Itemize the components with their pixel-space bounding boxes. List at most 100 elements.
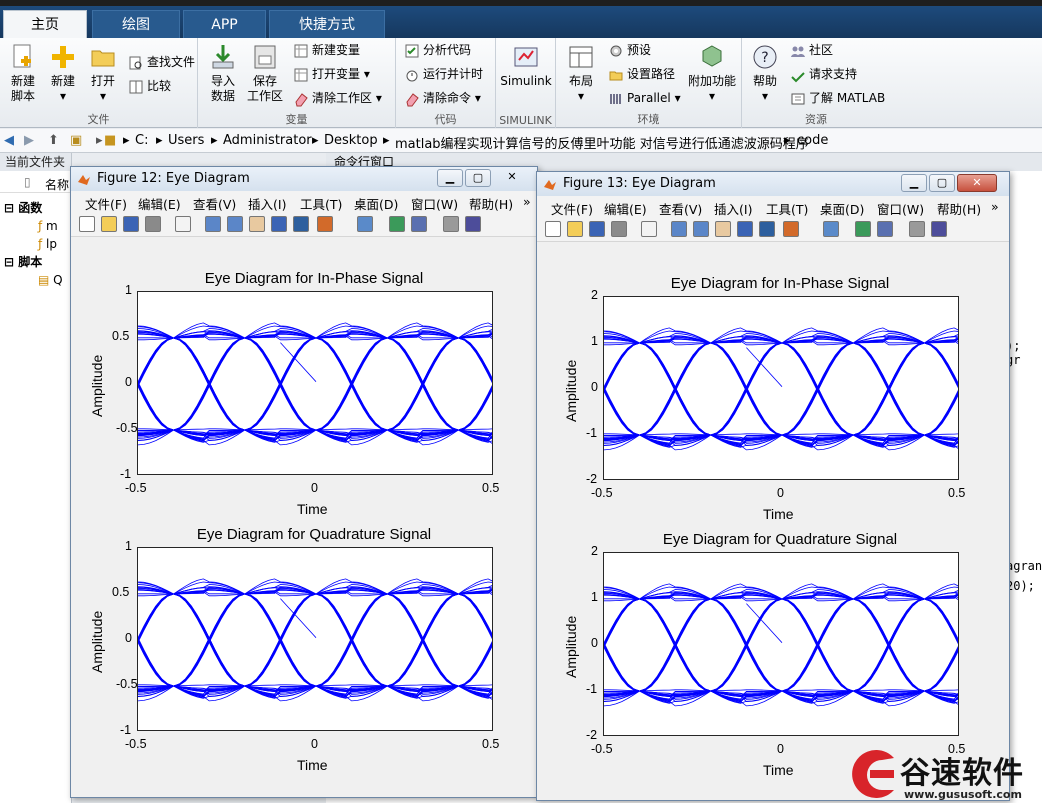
- link-plot-icon[interactable]: [357, 216, 373, 232]
- learn-matlab-button[interactable]: 了解 MATLAB: [790, 88, 885, 108]
- menu-insert[interactable]: 插入(I): [248, 194, 286, 213]
- menu-tools[interactable]: 工具(T): [300, 194, 342, 213]
- rotate-3d-icon[interactable]: [271, 216, 287, 232]
- menu-view[interactable]: 查看(V): [193, 194, 236, 213]
- menu-file[interactable]: 文件(F): [551, 199, 593, 218]
- pointer-icon[interactable]: [641, 221, 657, 237]
- colorbar-icon[interactable]: [855, 221, 871, 237]
- analyze-code-button[interactable]: 分析代码: [404, 40, 471, 60]
- tab-shortcuts[interactable]: 快捷方式: [269, 10, 385, 38]
- up-folder-icon[interactable]: ⬆: [48, 133, 59, 148]
- zoom-in-icon[interactable]: [671, 221, 687, 237]
- menu-file[interactable]: 文件(F): [85, 194, 127, 213]
- back-arrow-icon[interactable]: ◀: [4, 133, 14, 148]
- list-item[interactable]: ▤ Q: [38, 273, 63, 287]
- hide-plot-tools-icon[interactable]: [909, 221, 925, 237]
- save-workspace-button[interactable]: 保存 工作区: [242, 42, 288, 104]
- menu-edit[interactable]: 编辑(E): [604, 199, 647, 218]
- new-variable-button[interactable]: 新建变量: [293, 40, 360, 60]
- find-files-button[interactable]: 查找文件: [128, 52, 195, 72]
- figure-13-titlebar[interactable]: Figure 13: Eye Diagram ▁ ▢ ✕: [537, 172, 1009, 196]
- rotate-3d-icon[interactable]: [737, 221, 753, 237]
- close-button[interactable]: ✕: [957, 174, 997, 192]
- menu-view[interactable]: 查看(V): [659, 199, 702, 218]
- axes-bottom[interactable]: [137, 547, 493, 731]
- menu-edit[interactable]: 编辑(E): [138, 194, 181, 213]
- help-button[interactable]: ? 帮助 ▾: [742, 42, 788, 104]
- figure-12-titlebar[interactable]: Figure 12: Eye Diagram ▁ ▢ ✕: [71, 167, 537, 191]
- run-and-time-button[interactable]: 运行并计时: [404, 64, 483, 84]
- new-figure-icon[interactable]: [545, 221, 561, 237]
- menu-window[interactable]: 窗口(W): [411, 194, 458, 213]
- menu-insert[interactable]: 插入(I): [714, 199, 752, 218]
- tab-home[interactable]: 主页: [3, 10, 87, 38]
- parallel-button[interactable]: Parallel ▾: [608, 88, 681, 108]
- axes-top[interactable]: [137, 291, 493, 475]
- clear-commands-button[interactable]: 清除命令 ▾: [404, 88, 481, 108]
- show-plot-tools-icon[interactable]: [465, 216, 481, 232]
- column-header-name[interactable]: ▯ 名称: [0, 173, 72, 193]
- forward-arrow-icon[interactable]: ▶: [24, 133, 34, 148]
- minimize-button[interactable]: ▁: [437, 169, 463, 187]
- breadcrumb-project-folder[interactable]: matlab编程实现计算信号的反傅里叶功能 对信号进行低通滤波源码程序: [395, 133, 809, 152]
- legend-icon[interactable]: [411, 216, 427, 232]
- hide-plot-tools-icon[interactable]: [443, 216, 459, 232]
- add-ons-button[interactable]: 附加功能 ▾: [686, 42, 738, 104]
- list-item[interactable]: ƒ m: [38, 219, 58, 233]
- layout-button[interactable]: 布局 ▾: [558, 42, 604, 104]
- group-functions[interactable]: ⊟ 函数: [4, 199, 42, 216]
- open-file-icon[interactable]: [567, 221, 583, 237]
- legend-icon[interactable]: [877, 221, 893, 237]
- list-item[interactable]: ƒ lp: [38, 237, 57, 251]
- request-support-button[interactable]: 请求支持: [790, 64, 857, 84]
- save-icon[interactable]: [589, 221, 605, 237]
- breadcrumb-desktop[interactable]: Desktop: [324, 133, 378, 148]
- colorbar-icon[interactable]: [389, 216, 405, 232]
- menu-tools[interactable]: 工具(T): [766, 199, 808, 218]
- pan-hand-icon[interactable]: [715, 221, 731, 237]
- data-cursor-icon[interactable]: [759, 221, 775, 237]
- maximize-button[interactable]: ▢: [929, 174, 955, 192]
- import-data-button[interactable]: 导入 数据: [200, 42, 246, 104]
- data-cursor-icon[interactable]: [293, 216, 309, 232]
- save-icon[interactable]: [123, 216, 139, 232]
- link-plot-icon[interactable]: [823, 221, 839, 237]
- preferences-button[interactable]: 预设: [608, 40, 651, 60]
- menu-help[interactable]: 帮助(H): [937, 199, 981, 218]
- menu-overflow-icon[interactable]: »: [523, 194, 531, 209]
- clear-workspace-button[interactable]: 清除工作区 ▾: [293, 88, 382, 108]
- maximize-button[interactable]: ▢: [465, 169, 491, 187]
- brush-icon[interactable]: [783, 221, 799, 237]
- community-button[interactable]: 社区: [790, 40, 833, 60]
- print-icon[interactable]: [611, 221, 627, 237]
- pan-hand-icon[interactable]: [249, 216, 265, 232]
- pointer-icon[interactable]: [175, 216, 191, 232]
- menu-window[interactable]: 窗口(W): [877, 199, 924, 218]
- close-button[interactable]: ✕: [497, 169, 527, 187]
- axes-top[interactable]: [603, 296, 959, 480]
- open-file-icon[interactable]: [101, 216, 117, 232]
- open-button[interactable]: 打开 ▾: [80, 42, 126, 104]
- zoom-out-icon[interactable]: [693, 221, 709, 237]
- breadcrumb-code[interactable]: code: [797, 133, 828, 148]
- show-plot-tools-icon[interactable]: [931, 221, 947, 237]
- zoom-out-icon[interactable]: [227, 216, 243, 232]
- zoom-in-icon[interactable]: [205, 216, 221, 232]
- browse-folder-icon[interactable]: ▣: [70, 133, 82, 148]
- menu-desktop[interactable]: 桌面(D): [820, 199, 864, 218]
- tab-plots[interactable]: 绘图: [92, 10, 180, 38]
- menu-help[interactable]: 帮助(H): [469, 194, 513, 213]
- simulink-button[interactable]: Simulink: [500, 42, 552, 89]
- breadcrumb-administrator[interactable]: Administrator: [223, 133, 312, 148]
- breadcrumb-users[interactable]: Users: [168, 133, 204, 148]
- breadcrumb-drive[interactable]: C:: [135, 133, 148, 148]
- new-figure-icon[interactable]: [79, 216, 95, 232]
- menu-overflow-icon[interactable]: »: [991, 199, 999, 214]
- axes-bottom[interactable]: [603, 552, 959, 736]
- compare-button[interactable]: 比较: [128, 76, 171, 96]
- group-scripts[interactable]: ⊟ 脚本: [4, 253, 42, 270]
- set-path-button[interactable]: 设置路径: [608, 64, 675, 84]
- print-icon[interactable]: [145, 216, 161, 232]
- tab-apps[interactable]: APP: [183, 10, 266, 38]
- open-variable-button[interactable]: 打开变量 ▾: [293, 64, 370, 84]
